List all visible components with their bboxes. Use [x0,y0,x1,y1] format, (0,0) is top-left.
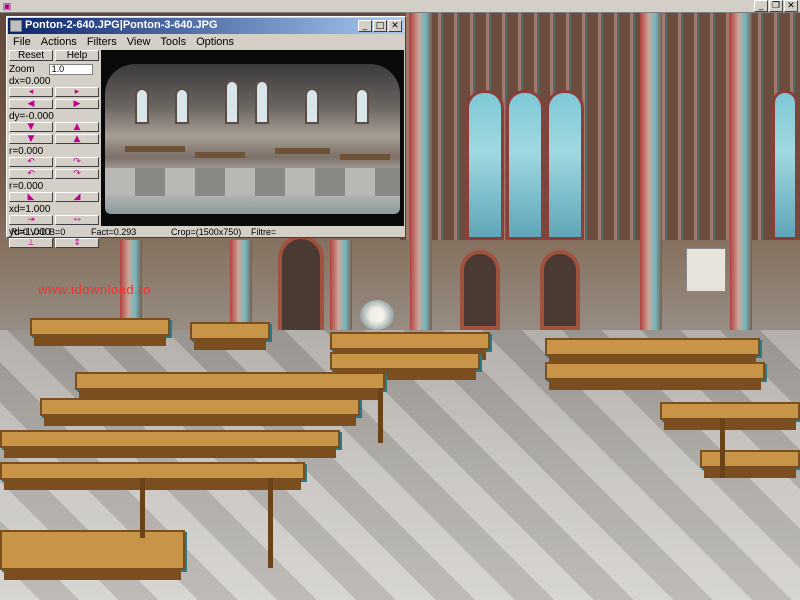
dy-down-large-button[interactable]: ▼ [9,134,53,144]
rotate-left-large-button[interactable]: ↶ [9,169,53,179]
dy-label: dy=-0.000 [9,111,54,122]
rotation-label: r=0.000 [9,146,44,157]
menubar: File Actions Filters View Tools Options [8,35,404,49]
dx-right-small-button[interactable]: ▸ [55,87,99,97]
pew [0,462,305,480]
frame-close-button[interactable]: ✕ [784,0,798,12]
watermark-text: www.idownload.ro [38,282,151,297]
stained-glass-window [546,90,584,240]
pew-leg [140,478,145,538]
skew-right-button[interactable]: ◢ [55,192,99,202]
status-rgb: R=0 V=0 B=0 [11,227,66,237]
menu-view[interactable]: View [122,35,156,49]
arch [460,250,500,330]
adjust-panel: Reset Help Zoom 1.0 dx=0.000 ◂ ▸ ◀ ▶ dy=… [9,50,99,248]
window-icon[interactable] [10,20,22,32]
zoom-input[interactable]: 1.0 [48,63,93,75]
preview-pew [195,152,245,158]
maximize-button[interactable]: □ [373,20,387,32]
yd-shrink-button[interactable]: ⊥ [9,238,53,248]
preview-floor-band [105,168,400,196]
xd-expand-button[interactable]: ⇿ [55,215,99,225]
pew [660,402,800,420]
image-window: Ponton-2-640.JPG|Ponton-3-640.JPG _ □ ✕ … [6,16,406,248]
pew [545,338,760,356]
skew-left-button[interactable]: ◣ [9,192,53,202]
rotate-right-large-button[interactable]: ↷ [55,169,99,179]
frame-restore-button[interactable]: ❐ [769,0,783,12]
wall-poster [686,248,726,292]
pew [0,530,185,570]
pew [30,318,170,336]
pew [545,362,765,380]
dx-right-large-button[interactable]: ▶ [55,99,99,109]
xd-label: xd=1.000 [9,204,51,215]
status-crop: Crop=(1500x750) [171,227,242,237]
dx-label: dx=0.000 [9,76,51,87]
window-buttons: _ □ ✕ [357,20,402,32]
preview-pew [340,154,390,160]
rotation2-label: r=0.000 [9,181,44,192]
menu-actions[interactable]: Actions [36,35,82,49]
dx-left-large-button[interactable]: ◀ [9,99,53,109]
pew-leg [378,388,383,443]
stained-glass-window [466,90,504,240]
minimize-button[interactable]: _ [358,20,372,32]
preview-window-shape [175,88,189,124]
dy-up-large-button[interactable]: ▲ [55,134,99,144]
pew [75,372,385,390]
status-bar: R=0 V=0 B=0 Fact=0.293 Crop=(1500x750) F… [8,227,404,237]
pew-leg [720,418,725,478]
preview-window-shape [255,80,269,124]
image-preview-canvas[interactable] [101,50,404,226]
menu-filters[interactable]: Filters [82,35,122,49]
app-icon[interactable]: ▣ [1,0,13,12]
stained-glass-window [772,90,798,240]
pew [330,352,480,370]
dy-down-button[interactable]: ▼ [9,122,53,132]
pew [40,398,360,416]
help-button[interactable]: Help [55,50,99,61]
flower-arrangement [360,300,394,330]
pillar [640,0,662,340]
app-frame-strip: ▣ _ ❐ ✕ [0,0,800,13]
pillar [410,0,432,340]
dy-up-button[interactable]: ▲ [55,122,99,132]
pillar [330,240,352,340]
panorama-image [105,64,400,214]
stained-glass-window [506,90,544,240]
preview-pew [125,146,185,152]
preview-window-shape [135,88,149,124]
yd-expand-button[interactable]: ⇕ [55,238,99,248]
preview-pew [275,148,330,154]
menu-tools[interactable]: Tools [155,35,191,49]
pillar [730,0,752,340]
close-button[interactable]: ✕ [388,20,402,32]
dx-left-small-button[interactable]: ◂ [9,87,53,97]
frame-buttons: _ ❐ ✕ [754,0,798,12]
preview-window-shape [225,80,239,124]
pew-leg [268,478,273,568]
status-fact: Fact=0.293 [91,227,137,237]
menu-file[interactable]: File [8,35,36,49]
preview-window-shape [355,88,369,124]
rotate-right-button[interactable]: ↷ [55,157,99,167]
preview-window-shape [305,88,319,124]
zoom-label: Zoom [9,63,35,75]
arch [540,250,580,330]
xd-shrink-button[interactable]: ⇥ [9,215,53,225]
menu-options[interactable]: Options [191,35,239,49]
reset-button[interactable]: Reset [9,50,53,61]
pew [700,450,800,468]
frame-minimize-button[interactable]: _ [754,0,768,12]
window-titlebar[interactable]: Ponton-2-640.JPG|Ponton-3-640.JPG _ □ ✕ [8,18,404,34]
window-title: Ponton-2-640.JPG|Ponton-3-640.JPG [25,19,218,31]
rotate-left-button[interactable]: ↶ [9,157,53,167]
pew [330,332,490,350]
status-filtre: Filtre= [251,227,277,237]
pew [190,322,270,340]
arch [278,235,324,345]
pew [0,430,340,448]
